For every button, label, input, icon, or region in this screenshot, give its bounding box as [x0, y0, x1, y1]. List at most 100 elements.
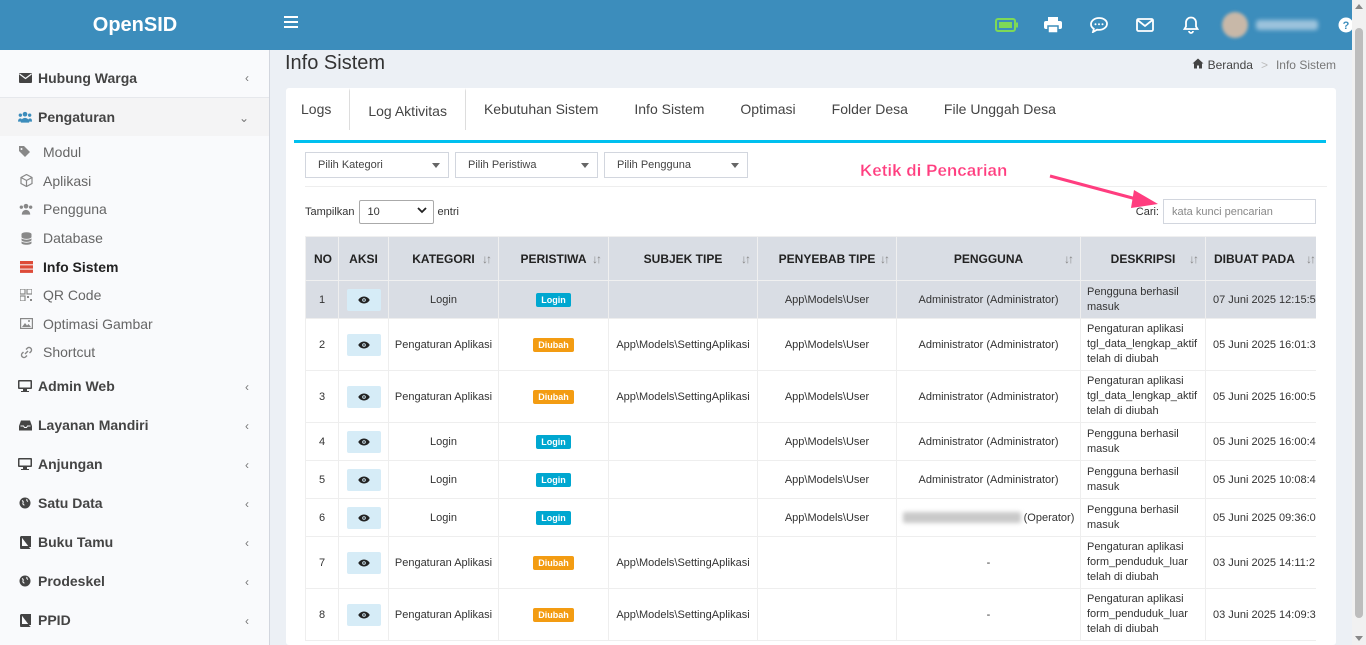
- column-header-penyebab-tipe[interactable]: PENYEBAB TIPE ↓↑: [757, 236, 897, 281]
- view-detail-button[interactable]: [346, 603, 381, 626]
- search-label: Cari:: [1135, 205, 1159, 218]
- sidebar-item-satu-data[interactable]: Satu Data ‹: [0, 484, 269, 523]
- sidebar-item-label: Buku Tamu: [38, 534, 114, 551]
- sidebar-item-hubung-warga[interactable]: Hubung Warga ‹: [0, 58, 269, 97]
- database-icon: [19, 231, 33, 245]
- column-header-dibuat-pada[interactable]: DIBUAT PADA ↓↑: [1205, 236, 1316, 281]
- envelope-icon: [18, 71, 32, 85]
- eye-icon: [357, 341, 370, 348]
- cell-penyebab-tipe: [757, 588, 897, 641]
- view-detail-button[interactable]: [346, 506, 381, 529]
- column-header-pengguna[interactable]: PENGGUNA ↓↑: [896, 236, 1081, 281]
- image-icon: [19, 318, 33, 330]
- hamburger-icon[interactable]: [284, 14, 298, 32]
- table-row: 7 Pengaturan Aplikasi Diubah App\Models\Set…: [305, 536, 1316, 589]
- sidebar-subitem-aplikasi[interactable]: Aplikasi: [0, 167, 269, 196]
- cell-deskripsi-line: Pengguna berhasil: [1087, 427, 1179, 440]
- mail-icon[interactable]: [1122, 0, 1168, 50]
- cell-dibuat-pada: 05 Juni 2025 16:00:5: [1205, 370, 1316, 423]
- view-detail-button[interactable]: [346, 430, 381, 453]
- scrollbar-thumb[interactable]: [1355, 28, 1363, 618]
- tab-optimasi[interactable]: Optimasi: [722, 88, 813, 130]
- chevron-left-icon: ‹: [245, 496, 249, 511]
- cell-deskripsi-line: Pengaturan aplikasi: [1087, 375, 1184, 387]
- sidebar-item-prodeskel[interactable]: Prodeskel ‹: [0, 562, 269, 601]
- tab-file-unggah-desa[interactable]: File Unggah Desa: [926, 88, 1074, 130]
- status-badge: Login: [536, 434, 571, 449]
- sidebar-subitem-database[interactable]: Database: [0, 224, 269, 253]
- column-header-subjek-tipe[interactable]: SUBJEK TIPE ↓↑: [608, 236, 758, 281]
- battery-icon[interactable]: [984, 0, 1030, 50]
- page-length-select[interactable]: 10: [358, 200, 434, 224]
- tab-info-sistem[interactable]: Info Sistem: [616, 88, 722, 130]
- filter-peristiwa-select[interactable]: Pilih Peristiwa: [455, 152, 598, 178]
- tab-logs[interactable]: Logs: [286, 88, 349, 130]
- scroll-down-icon[interactable]: [1355, 636, 1363, 641]
- sidebar-subitem-qr-code[interactable]: QR Code: [0, 281, 269, 310]
- cell-dibuat-pada: 05 Juni 2025 16:00:4: [1205, 422, 1316, 461]
- cell-deskripsi-line: masuk: [1087, 442, 1120, 455]
- top-navbar: OpenSID ?: [0, 0, 1366, 50]
- tab-log-aktivitas[interactable]: Log Aktivitas: [349, 88, 466, 130]
- cell-no: 7: [305, 536, 339, 589]
- view-detail-button[interactable]: [346, 385, 381, 408]
- sidebar-subitem-info-sistem[interactable]: Info Sistem: [0, 252, 269, 281]
- column-header-deskripsi[interactable]: DESKRIPSI ↓↑: [1080, 236, 1206, 281]
- scroll-up-icon[interactable]: [1355, 4, 1363, 9]
- app-logo[interactable]: OpenSID: [0, 0, 270, 50]
- eye-icon: [357, 393, 370, 400]
- tab-folder-desa[interactable]: Folder Desa: [814, 88, 926, 130]
- server-icon: [19, 260, 33, 273]
- sidebar-item-layanan-mandiri[interactable]: Layanan Mandiri ‹: [0, 406, 269, 445]
- cell-subjek-tipe: [608, 460, 758, 499]
- cell-pengguna: Administrator (Administrator): [896, 422, 1081, 461]
- sidebar-item-buku-tamu[interactable]: Buku Tamu ‹: [0, 523, 269, 562]
- sidebar-submenu: Modul Aplikasi Pengguna Database Info Si…: [0, 138, 269, 367]
- sidebar-item-pengaturan[interactable]: Pengaturan ⌄: [0, 97, 269, 136]
- sidebar-subitem-modul[interactable]: Modul: [0, 138, 269, 167]
- filter-pengguna-select[interactable]: Pilih Pengguna: [604, 152, 748, 178]
- book-icon: [18, 535, 32, 549]
- tab-kebutuhan-sistem[interactable]: Kebutuhan Sistem: [466, 88, 616, 130]
- breadcrumb-home-link[interactable]: Beranda: [1208, 58, 1253, 72]
- sidebar-item-anjungan[interactable]: Anjungan ‹: [0, 445, 269, 484]
- column-header-kategori[interactable]: KATEGORI ↓↑: [388, 236, 499, 281]
- sidebar-subitem-label: Database: [43, 230, 103, 247]
- cell-no: 5: [305, 460, 339, 499]
- qrcode-icon: [19, 289, 33, 302]
- globe-icon: [18, 574, 32, 588]
- cell-aksi: [338, 588, 389, 641]
- table-row: 5 Login Login App\Models\User Administrator …: [305, 460, 1316, 499]
- printer-icon[interactable]: [1030, 0, 1076, 50]
- content-area: Info Sistem Beranda > Info Sistem Logs L…: [270, 50, 1352, 645]
- cell-aksi: [338, 422, 389, 461]
- view-detail-button[interactable]: [346, 468, 381, 491]
- sidebar-subitem-shortcut[interactable]: Shortcut: [0, 338, 269, 367]
- cell-deskripsi-line: Pengguna berhasil: [1087, 465, 1179, 478]
- cell-pengguna-text: Administrator (Administrator): [918, 390, 1059, 403]
- chat-icon[interactable]: [1076, 0, 1122, 50]
- column-header-no[interactable]: NO: [305, 236, 339, 281]
- user-menu[interactable]: [1214, 0, 1326, 50]
- cell-deskripsi-line: form_penduduk_luar: [1087, 608, 1188, 620]
- filter-kategori-select[interactable]: Pilih Kategori: [305, 152, 449, 178]
- table-row: 4 Login Login App\Models\User Administrator …: [305, 422, 1316, 461]
- search-input[interactable]: [1163, 199, 1316, 224]
- column-header-peristiwa[interactable]: PERISTIWA ↓↑: [498, 236, 609, 281]
- sidebar-subitem-optimasi-gambar[interactable]: Optimasi Gambar: [0, 310, 269, 339]
- eye-icon: [357, 559, 370, 566]
- cell-deskripsi: Pengguna berhasil masuk: [1080, 280, 1206, 319]
- page-scrollbar[interactable]: [1352, 0, 1366, 645]
- bell-icon[interactable]: [1168, 0, 1214, 50]
- sidebar-item-ppid[interactable]: PPID ‹: [0, 601, 269, 640]
- column-header-label: DESKRIPSI: [1110, 251, 1176, 266]
- view-detail-button[interactable]: [346, 333, 381, 356]
- sidebar-subitem-pengguna[interactable]: Pengguna: [0, 195, 269, 224]
- view-detail-button[interactable]: [346, 551, 381, 574]
- cell-deskripsi: Pengaturan aplikasi tgl_data_lengkap_akti…: [1080, 318, 1206, 371]
- sidebar-item-admin-web[interactable]: Admin Web ‹: [0, 367, 269, 406]
- avatar: [1222, 12, 1248, 38]
- chevron-down-icon: [416, 205, 427, 217]
- chevron-left-icon: ‹: [245, 574, 249, 589]
- view-detail-button[interactable]: [346, 288, 381, 311]
